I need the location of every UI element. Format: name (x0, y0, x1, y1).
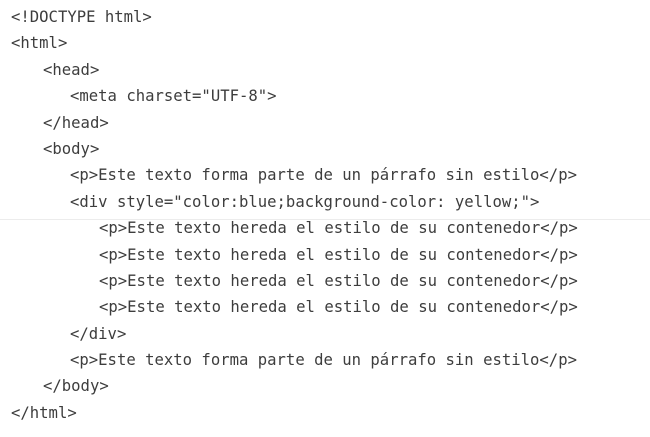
code-line-doctype: <!DOCTYPE html> (11, 8, 152, 26)
code-line-body-close: </body> (43, 377, 109, 396)
code-line-meta: <meta charset="UTF-8"> (70, 87, 277, 106)
code-line-paragraph-inherited: <p>Este texto hereda el estilo de su con… (99, 245, 578, 264)
code-line-head-open: <head> (43, 60, 100, 79)
code-line-paragraph-unstyled: <p>Este texto forma parte de un párrafo … (70, 351, 577, 370)
divider-line (0, 219, 650, 220)
code-line-div-open: <div style="color:blue;background-color:… (70, 192, 540, 211)
code-line-html-open: <html> (11, 34, 68, 53)
code-line-paragraph-inherited: <p>Este texto hereda el estilo de su con… (99, 271, 578, 290)
code-line-paragraph-unstyled: <p>Este texto forma parte de un párrafo … (70, 166, 577, 185)
code-line-paragraph-inherited: <p>Este texto hereda el estilo de su con… (99, 298, 578, 317)
code-line-body-open: <body> (43, 139, 100, 158)
code-line-head-close: </head> (43, 113, 109, 132)
code-line-html-close: </html> (11, 403, 77, 422)
code-line-div-close: </div> (70, 324, 127, 343)
